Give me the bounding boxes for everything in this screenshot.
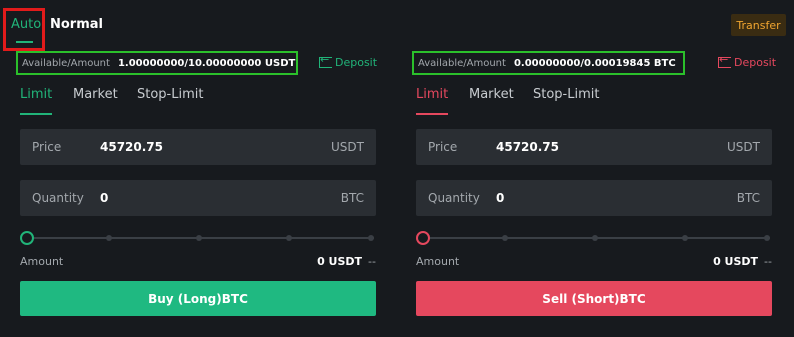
buy-tab-underline — [20, 113, 52, 115]
buy-tab-market[interactable]: Market — [73, 87, 118, 102]
buy-available-value: 1.00000000/10.00000000 USDT — [117, 57, 296, 69]
sell-available-box: Available/Amount 0.00000000/0.00019845 B… — [412, 51, 685, 75]
buy-quantity-label: Quantity — [32, 191, 84, 205]
sell-quantity-input[interactable]: Quantity 0 BTC — [416, 180, 772, 216]
buy-price-value: 45720.75 — [100, 140, 164, 154]
buy-quantity-input[interactable]: Quantity 0 BTC — [20, 180, 376, 216]
slider-step-dot — [106, 235, 112, 241]
slider-step-dot — [286, 235, 292, 241]
buy-quantity-unit: BTC — [340, 191, 364, 205]
sell-quantity-unit: BTC — [736, 191, 760, 205]
sell-tab-stop-limit[interactable]: Stop-Limit — [533, 87, 599, 102]
transfer-button[interactable]: Transfer — [731, 14, 786, 36]
buy-tab-limit[interactable]: Limit — [20, 87, 52, 102]
buy-available-label: Available/Amount — [22, 57, 110, 69]
buy-panel: Available/Amount 1.00000000/10.00000000 … — [14, 48, 394, 337]
buy-deposit-link[interactable]: Deposit — [319, 53, 378, 69]
sell-price-unit: USDT — [727, 140, 760, 154]
sell-price-input[interactable]: Price 45720.75 USDT — [416, 129, 772, 165]
sell-available-value: 0.00000000/0.00019845 BTC — [513, 57, 676, 69]
slider-knob[interactable] — [416, 231, 430, 245]
buy-long-button[interactable]: Buy (Long)BTC — [20, 281, 376, 316]
slider-step-dot — [502, 235, 508, 241]
sell-short-button[interactable]: Sell (Short)BTC — [416, 281, 772, 316]
sell-amount-row: Amount 0 USDT -- — [416, 255, 772, 268]
sell-quantity-label: Quantity — [428, 191, 480, 205]
sell-tab-market[interactable]: Market — [469, 87, 514, 102]
sell-deposit-link[interactable]: Deposit — [718, 53, 777, 69]
sell-amount-slider[interactable] — [416, 231, 772, 245]
buy-price-input[interactable]: Price 45720.75 USDT — [20, 129, 376, 165]
sell-tab-underline — [416, 113, 448, 115]
sell-amount-label: Amount — [416, 255, 460, 268]
sell-price-label: Price — [428, 140, 458, 154]
sell-price-value: 45720.75 — [496, 140, 560, 154]
sell-amount-value: 0 USDT — [713, 255, 759, 268]
slider-step-dot — [764, 235, 770, 241]
slider-step-dot — [592, 235, 598, 241]
slider-step-dot — [682, 235, 688, 241]
slider-step-dot — [368, 235, 374, 241]
buy-amount-dash: -- — [368, 255, 376, 268]
sell-panel: Available/Amount 0.00000000/0.00019845 B… — [410, 48, 790, 337]
slider-knob[interactable] — [20, 231, 34, 245]
sell-deposit-label: Deposit — [734, 56, 777, 69]
sell-amount-dash: -- — [764, 255, 772, 268]
buy-amount-label: Amount — [20, 255, 64, 268]
sell-available-label: Available/Amount — [418, 57, 506, 69]
slider-step-dot — [196, 235, 202, 241]
buy-amount-slider[interactable] — [20, 231, 376, 245]
buy-price-label: Price — [32, 140, 62, 154]
deposit-icon — [319, 53, 332, 68]
tab-normal[interactable]: Normal — [50, 17, 103, 32]
mode-bar: Auto Normal Transfer — [0, 0, 794, 51]
buy-amount-row: Amount 0 USDT -- — [20, 255, 376, 268]
sell-quantity-value: 0 — [496, 191, 505, 205]
buy-amount-value: 0 USDT — [317, 255, 363, 268]
buy-available-box: Available/Amount 1.00000000/10.00000000 … — [16, 51, 298, 75]
sell-tab-limit[interactable]: Limit — [416, 87, 448, 102]
buy-tab-stop-limit[interactable]: Stop-Limit — [137, 87, 203, 102]
buy-deposit-label: Deposit — [335, 56, 378, 69]
highlight-box — [3, 8, 45, 51]
buy-price-unit: USDT — [331, 140, 364, 154]
deposit-icon — [718, 53, 731, 68]
buy-quantity-value: 0 — [100, 191, 109, 205]
